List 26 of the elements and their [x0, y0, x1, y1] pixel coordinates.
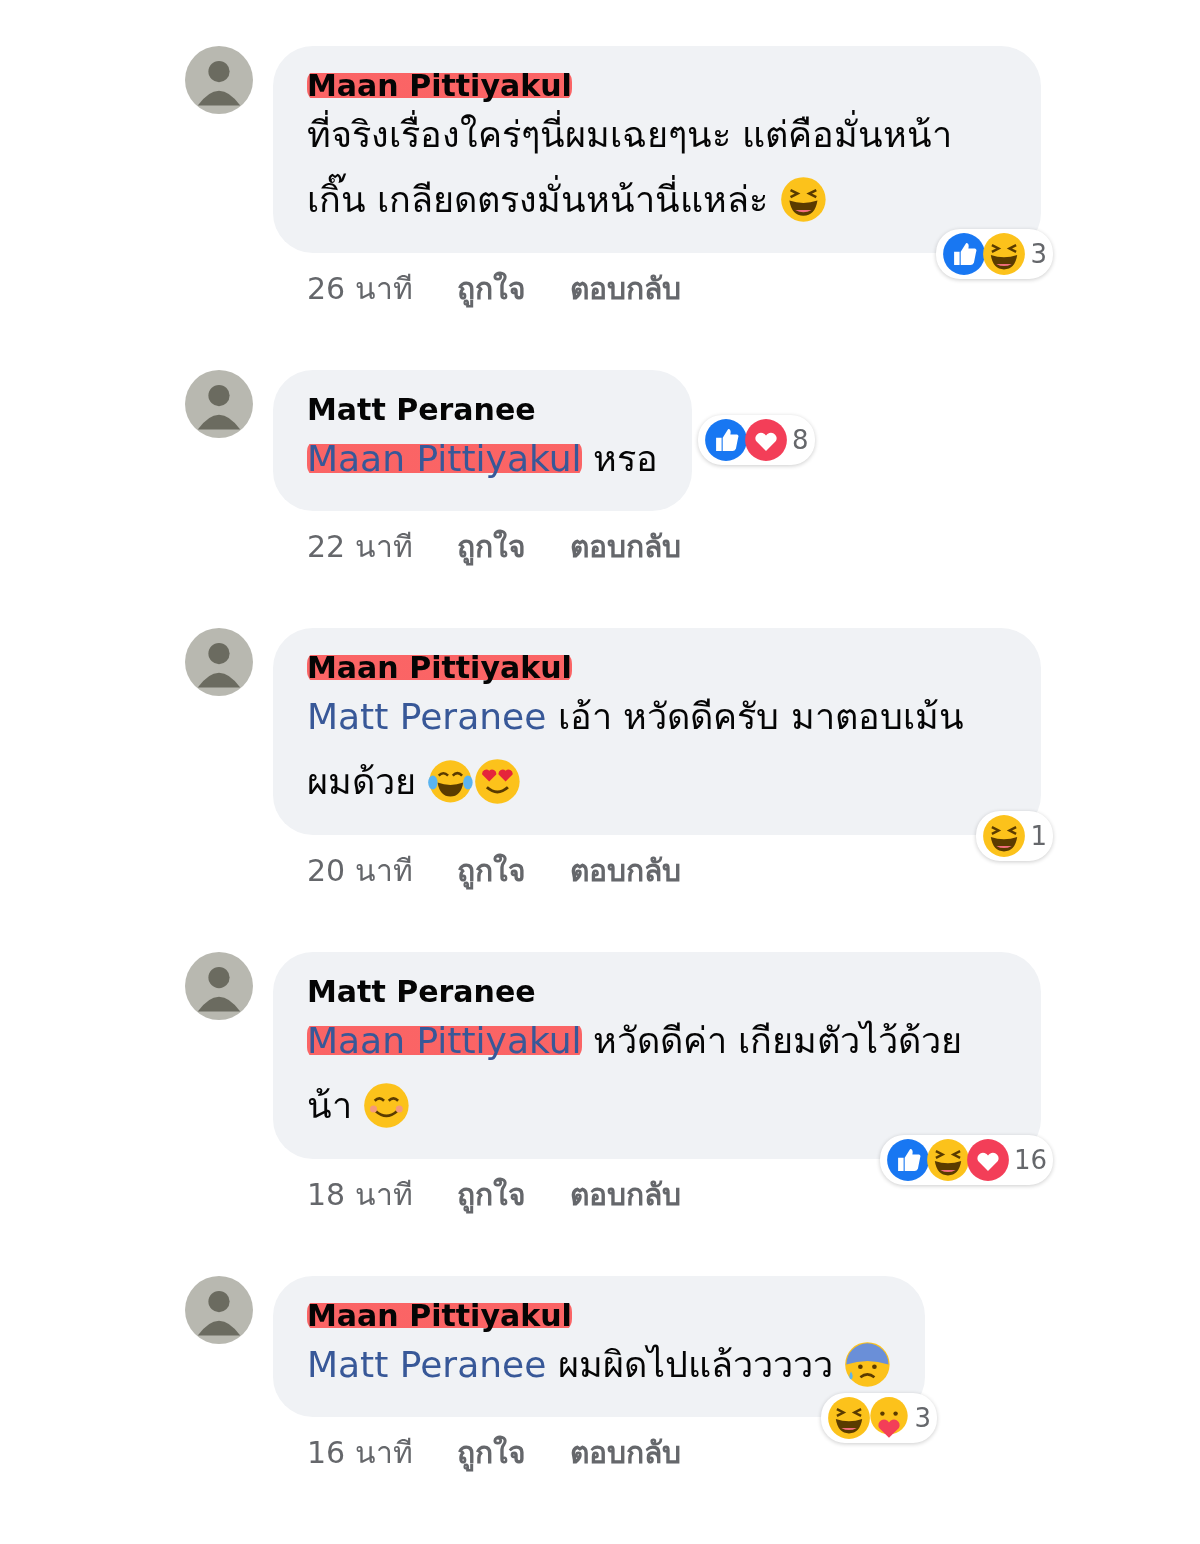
comment-time[interactable]: 22 นาที: [307, 523, 413, 571]
comment-text: Matt Peranee เอ้า หวัดดีครับ มาตอบเม้นผมด้วย: [307, 695, 965, 807]
like-link[interactable]: ถูกใจ: [456, 264, 526, 312]
mention-link[interactable]: Matt Peranee: [307, 696, 547, 738]
reply-link[interactable]: ตอบกลับ: [569, 264, 681, 312]
author-name[interactable]: Matt Peranee: [307, 974, 536, 1009]
comment-time[interactable]: 16 นาที: [307, 1429, 413, 1477]
reply-link[interactable]: ตอบกลับ: [569, 523, 681, 571]
comment-time[interactable]: 26 นาที: [307, 264, 413, 312]
reaction-summary[interactable]: 1: [976, 811, 1053, 861]
like-link[interactable]: ถูกใจ: [456, 847, 526, 894]
like-link[interactable]: ถูกใจ: [456, 523, 526, 571]
reaction-summary[interactable]: 3: [936, 228, 1053, 279]
reply-link[interactable]: ตอบกลับ: [569, 847, 681, 894]
reply-link[interactable]: ตอบกลับ: [569, 1170, 681, 1218]
reaction-summary[interactable]: 8: [698, 415, 815, 466]
comment-time[interactable]: 20 นาที: [307, 847, 413, 894]
like-link[interactable]: ถูกใจ: [456, 1429, 526, 1477]
comment-time[interactable]: 18 นาที: [307, 1170, 413, 1218]
mention-link[interactable]: Matt Peranee: [307, 1343, 547, 1385]
reaction-summary[interactable]: 3: [820, 1393, 938, 1444]
like-link[interactable]: ถูกใจ: [456, 1170, 526, 1218]
reaction-summary[interactable]: 16: [879, 1134, 1053, 1185]
author-name[interactable]: Matt Peranee: [307, 391, 536, 427]
reply-link[interactable]: ตอบกลับ: [569, 1429, 681, 1477]
comment-text: Maan Pittiyakul หรอ: [307, 436, 658, 481]
